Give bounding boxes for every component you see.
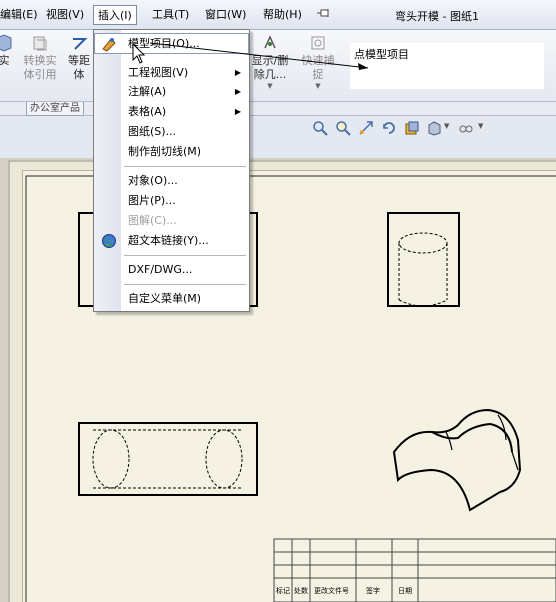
menu-item-annotations[interactable]: 注解(A) ▶ [95, 82, 248, 101]
menu-item-diagram: 图解(C)... [95, 211, 248, 230]
title-block-label: 处数 [294, 587, 308, 595]
menu-item-label: 表格(A) [128, 105, 167, 118]
submenu-arrow-icon: ▶ [234, 68, 241, 77]
model-items-icon [102, 38, 116, 52]
title-block-label: 更改文件号 [314, 587, 349, 595]
menu-separator [124, 255, 246, 256]
submenu-arrow-icon: ▶ [234, 87, 241, 96]
insert-menu-dropdown: 模型项目(O)... 工程视图(V) ▶ 注解(A) ▶ 表格(A) ▶ 图纸(… [93, 29, 250, 312]
menu-separator [124, 166, 246, 167]
menu-item-customize-menu[interactable]: 自定义菜单(M) [95, 289, 248, 308]
globe-icon [102, 234, 116, 248]
menu-item-hyperlink[interactable]: 超文本链接(Y)... [95, 231, 248, 250]
menu-item-label: 注解(A) [128, 85, 167, 98]
side-view[interactable] [387, 212, 460, 307]
top-view[interactable] [78, 422, 258, 496]
menu-item-label: 图解(C)... [128, 214, 177, 227]
drawing-views [25, 175, 556, 602]
menu-item-picture[interactable]: 图片(P)... [95, 191, 248, 210]
menu-item-label: 对象(O)... [128, 174, 178, 187]
menu-item-tables[interactable]: 表格(A) ▶ [95, 102, 248, 121]
menu-item-label: DXF/DWG... [128, 263, 193, 276]
menu-item-label: 超文本链接(Y)... [128, 234, 209, 247]
menu-item-label: 制作剖切线(M) [128, 145, 202, 158]
title-block-label: 标记 [276, 587, 290, 595]
submenu-arrow-icon: ▶ [234, 107, 241, 116]
menu-item-label: 自定义菜单(M) [128, 292, 202, 305]
menu-item-sheet[interactable]: 图纸(S)... [95, 122, 248, 141]
menu-separator [124, 284, 246, 285]
menu-item-label: 图纸(S)... [128, 125, 177, 138]
menu-item-label: 工程视图(V) [128, 66, 189, 79]
menu-item-dxf-dwg[interactable]: DXF/DWG... [95, 260, 248, 279]
title-block-label: 日期 [398, 587, 412, 595]
menu-item-model-items[interactable]: 模型项目(O)... [94, 33, 249, 54]
menu-item-label: 图片(P)... [128, 194, 176, 207]
menu-item-drawing-view[interactable]: 工程视图(V) ▶ [95, 63, 248, 82]
isometric-view[interactable] [392, 408, 522, 512]
title-block-label: 签字 [366, 587, 380, 595]
menu-item-object[interactable]: 对象(O)... [95, 171, 248, 190]
menu-item-section-line[interactable]: 制作剖切线(M) [95, 142, 248, 161]
mouse-cursor-icon [132, 43, 146, 64]
